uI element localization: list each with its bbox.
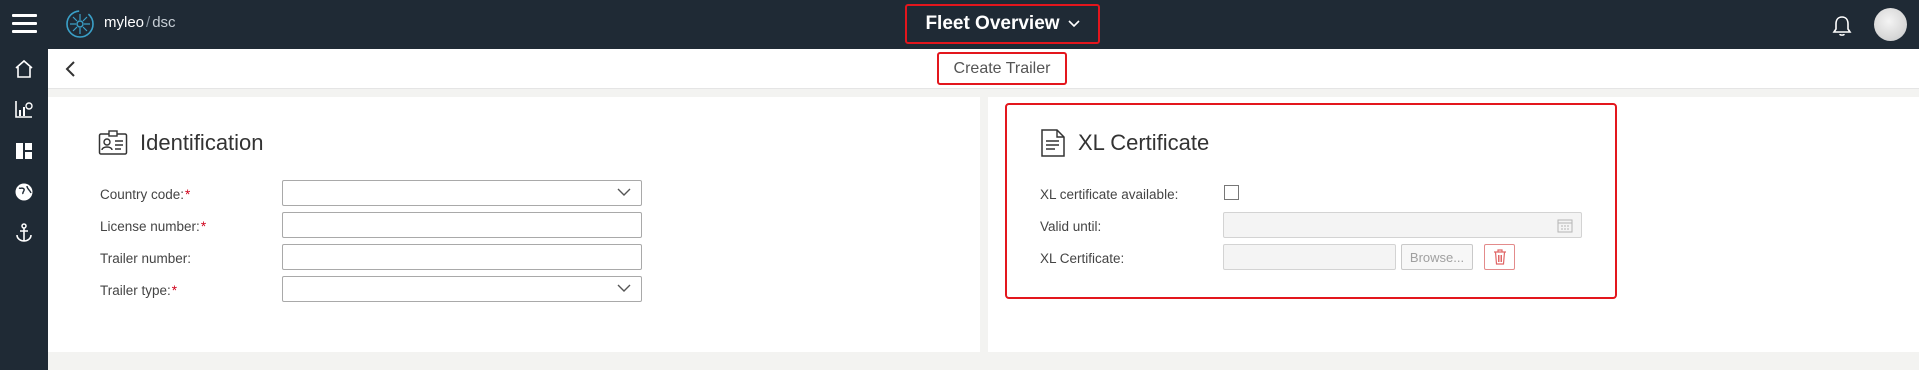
license-number-label: License number:* (100, 219, 206, 234)
sidebar-item-analytics[interactable] (0, 89, 48, 129)
sidebar-item-ports[interactable] (0, 213, 48, 253)
trailer-number-label-text: Trailer number: (100, 251, 192, 266)
trailer-type-label: Trailer type:* (100, 283, 177, 298)
license-number-input[interactable] (282, 212, 642, 238)
xl-available-label: XL certificate available: (1040, 187, 1179, 202)
xl-certificate-title: XL Certificate (1078, 130, 1210, 155)
required-mark: * (185, 187, 191, 202)
trash-icon (1493, 249, 1506, 265)
xl-available-checkbox[interactable] (1224, 185, 1239, 200)
hamburger-menu-icon[interactable] (12, 14, 37, 34)
page-title-box: Create Trailer (937, 52, 1067, 85)
browse-button[interactable]: Browse... (1401, 244, 1473, 270)
id-card-icon (98, 130, 128, 155)
sidebar-item-dashboard[interactable] (0, 131, 48, 171)
chevron-down-icon (617, 188, 631, 196)
delete-file-button[interactable] (1484, 244, 1515, 270)
chevron-down-icon (617, 284, 631, 292)
user-avatar[interactable] (1874, 8, 1907, 41)
trailer-type-label-text: Trailer type: (100, 283, 171, 298)
document-icon (1041, 129, 1065, 157)
notification-bell-icon[interactable] (1830, 14, 1854, 38)
identification-header: Identification (98, 130, 264, 156)
country-code-label-text: Country code: (100, 187, 185, 202)
valid-until-input[interactable] (1223, 212, 1582, 238)
calendar-icon[interactable] (1557, 218, 1573, 233)
trailer-number-input[interactable] (282, 244, 642, 270)
required-mark: * (171, 283, 178, 298)
anchor-icon (16, 223, 32, 242)
xl-certificate-file-input[interactable] (1223, 244, 1396, 270)
brand-name[interactable]: myleo / dsc (104, 14, 176, 31)
sub-header: Create Trailer (48, 49, 1919, 89)
identification-title: Identification (140, 130, 264, 155)
brand-separator: / (146, 14, 151, 31)
view-selector-dropdown[interactable]: Fleet Overview (905, 4, 1100, 44)
globe-icon (15, 183, 33, 201)
chevron-down-icon (1067, 20, 1080, 28)
top-bar: myleo / dsc Fleet Overview (0, 0, 1919, 49)
home-icon (15, 59, 33, 78)
country-code-select[interactable] (282, 180, 642, 206)
back-arrow-icon[interactable] (62, 60, 80, 78)
license-number-label-text: License number: (100, 219, 200, 234)
brand-primary: myleo (104, 14, 145, 31)
trailer-type-select[interactable] (282, 276, 642, 302)
chart-icon (15, 101, 33, 118)
trailer-number-label: Trailer number: (100, 251, 191, 266)
required-mark: * (200, 219, 207, 234)
valid-until-label: Valid until: (1040, 219, 1102, 234)
view-title: Fleet Overview (925, 13, 1060, 34)
xl-certificate-header: XL Certificate (1040, 128, 1209, 158)
country-code-label: Country code:* (100, 187, 190, 202)
sidebar (0, 49, 48, 370)
page-title: Create Trailer (953, 59, 1051, 77)
brand-suffix: dsc (152, 14, 176, 31)
myleo-logo-icon (66, 10, 94, 38)
sidebar-item-map[interactable] (0, 172, 48, 212)
dashboard-icon (16, 143, 32, 159)
sidebar-item-home[interactable] (0, 49, 48, 89)
xl-certificate-file-label: XL Certificate: (1040, 251, 1125, 266)
